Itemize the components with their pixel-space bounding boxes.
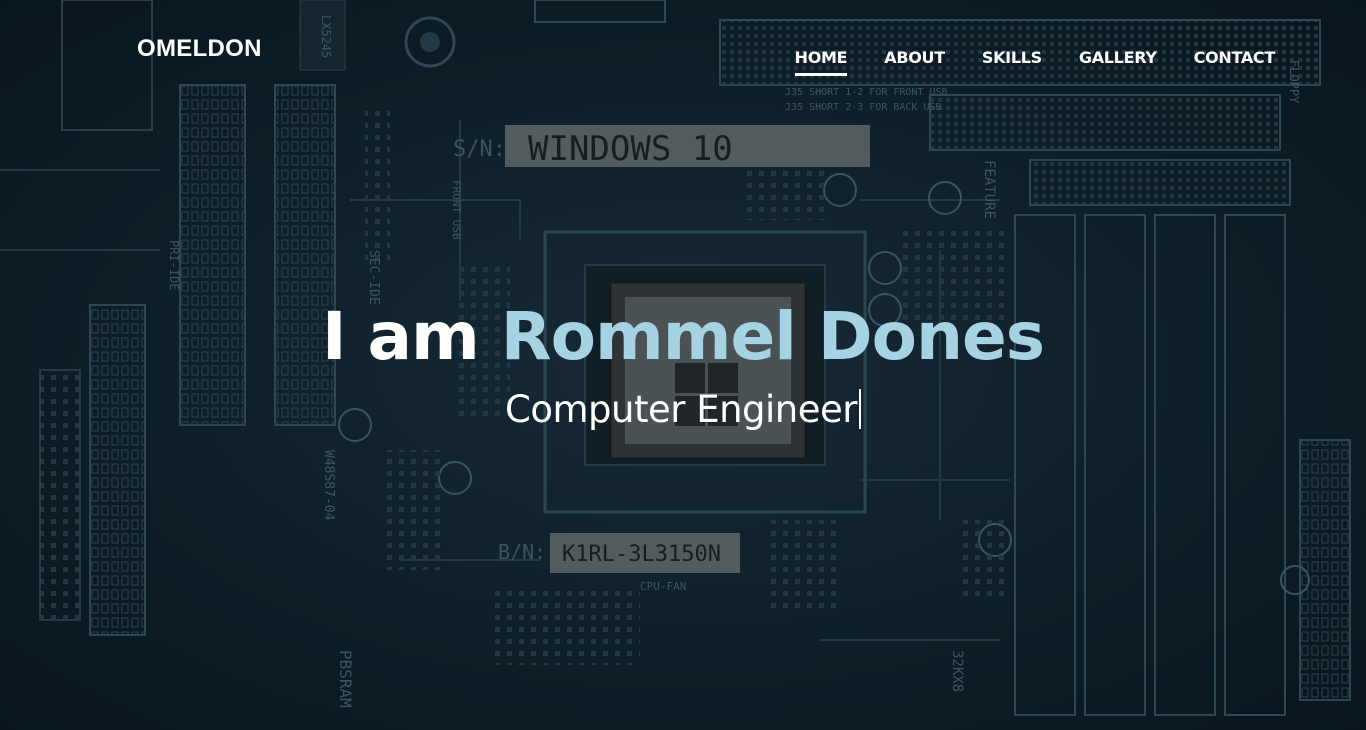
- hero-name: Rommel Dones: [500, 298, 1045, 375]
- nav-about[interactable]: ABOUT: [884, 48, 945, 76]
- typing-cursor: [858, 389, 861, 429]
- hero-intro: I am: [321, 298, 480, 375]
- main-nav: HOME ABOUT SKILLS GALLERY CONTACT: [794, 48, 1276, 76]
- brand-logo[interactable]: OMELDON: [137, 35, 262, 63]
- hero-headline: I am Rommel Dones: [0, 304, 1366, 370]
- nav-home[interactable]: HOME: [794, 48, 848, 76]
- nav-contact[interactable]: CONTACT: [1194, 48, 1276, 76]
- hero-role: Computer Engineer: [505, 388, 857, 431]
- nav-skills[interactable]: SKILLS: [982, 48, 1042, 76]
- hero-subtitle: Computer Engineer: [0, 388, 1366, 431]
- nav-gallery[interactable]: GALLERY: [1079, 48, 1157, 76]
- hero-section: WINDOWS 10 S/N: K1RL-3L3150N B/N: CPU-FA…: [0, 0, 1366, 730]
